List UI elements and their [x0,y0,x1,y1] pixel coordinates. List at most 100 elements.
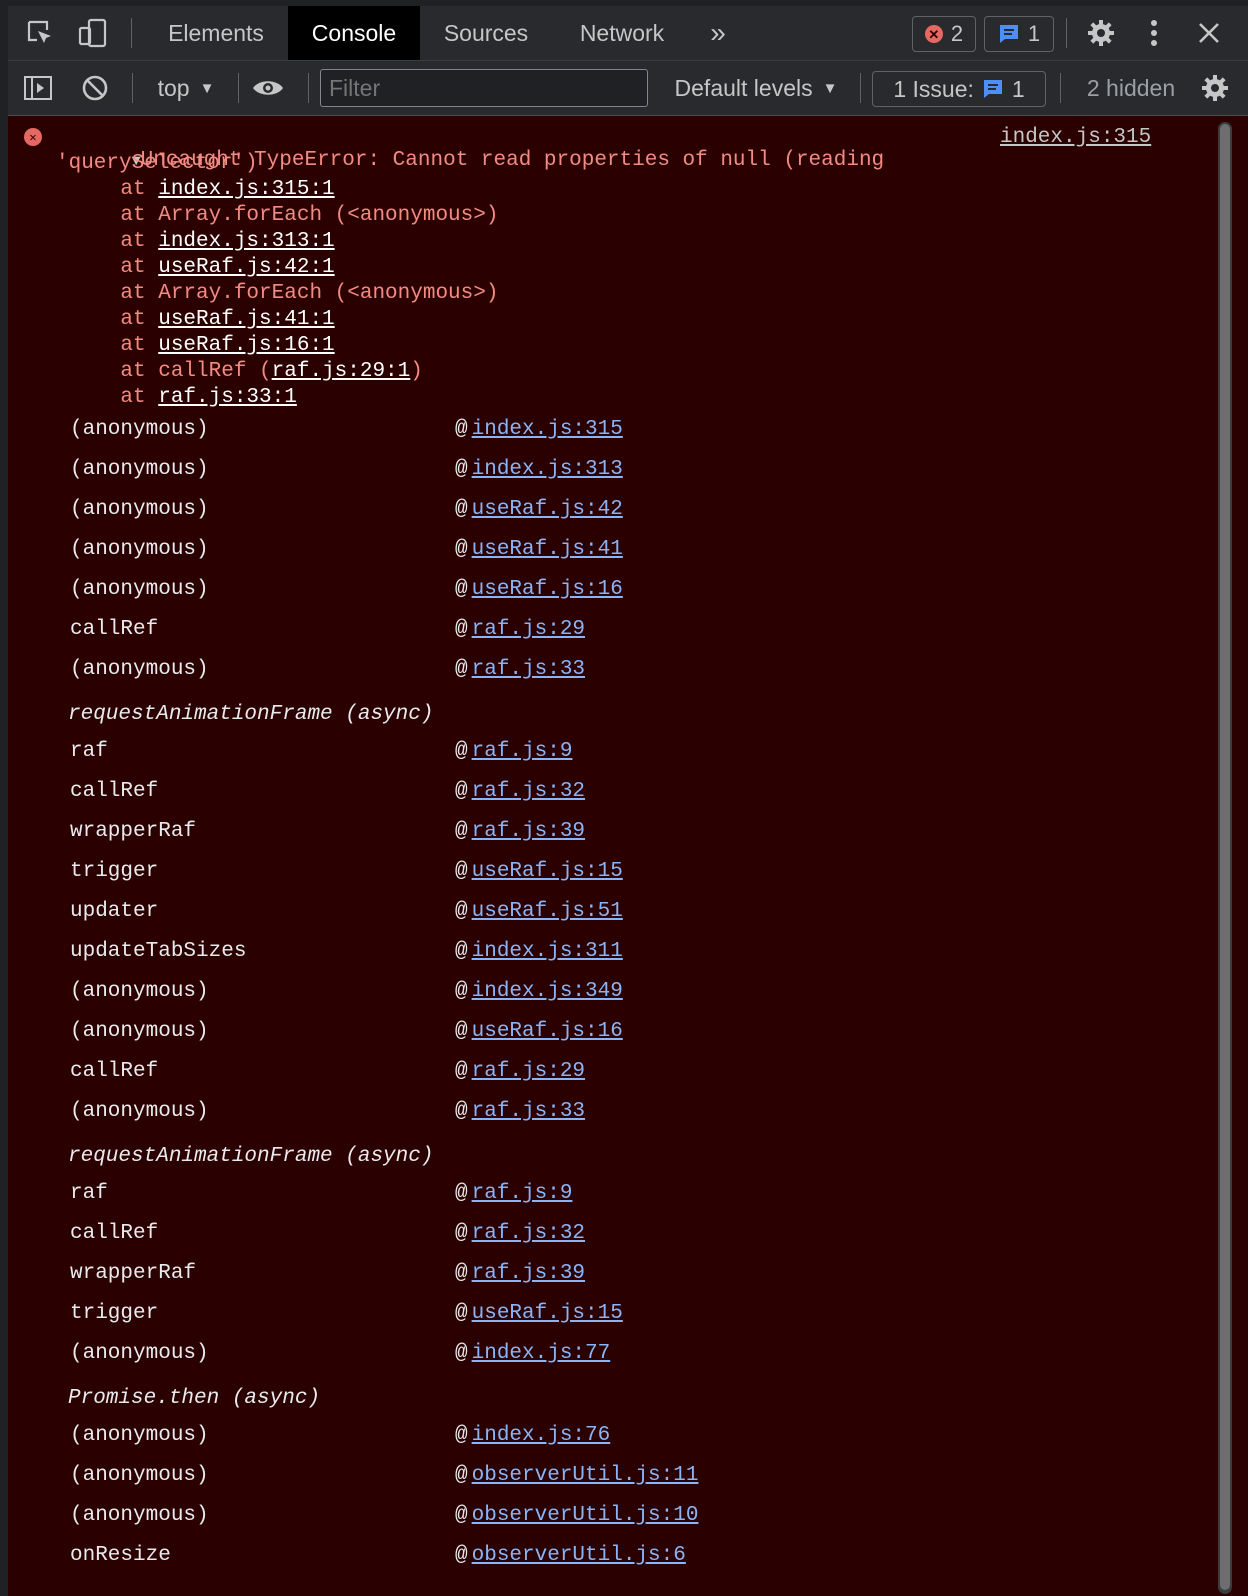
async-boundary-label: requestAnimationFrame (async) [68,1145,434,1168]
toolbar-divider [860,73,861,103]
source-link[interactable]: raf.js:33 [472,1100,585,1123]
stack-line: at useRaf.js:42:1 [70,256,335,279]
source-link[interactable]: index.js:77 [472,1342,611,1365]
source-link[interactable]: index.js:349 [472,980,623,1003]
sidebar-toggle-icon[interactable] [22,73,54,103]
message-icon [999,25,1018,43]
inspect-element-icon[interactable] [24,18,56,48]
source-link[interactable]: useRaf.js:15 [472,860,623,883]
stack-frame-location: @ useRaf.js:41 [455,538,623,561]
devtools-panel: Elements Console Sources Network » ✕ 2 1 [8,6,1248,1596]
source-link[interactable]: observerUtil.js:10 [472,1504,699,1527]
source-link[interactable]: useRaf.js:51 [472,900,623,923]
stack-frame-location: @ useRaf.js:16 [455,578,623,601]
toolbar-divider [1066,18,1067,48]
message-icon [983,80,1002,98]
stack-frame-function: (anonymous) [70,980,209,1003]
error-count-badge[interactable]: ✕ 2 [912,16,976,52]
stack-link[interactable]: raf.js:33:1 [158,386,297,409]
stack-link[interactable]: useRaf.js:42:1 [158,256,334,279]
more-tabs-button[interactable]: » [698,6,738,60]
source-link[interactable]: observerUtil.js:6 [472,1544,686,1567]
stack-frame-function: (anonymous) [70,538,209,561]
issues-button[interactable]: 1 Issue: 1 [872,71,1046,107]
stack-link[interactable]: index.js:315:1 [158,178,334,201]
console-toolbar: top ▼ Default levels ▼ 1 Issue: 1 2 hidd… [8,61,1248,116]
tab-network[interactable]: Network [556,6,688,60]
toolbar-divider [132,73,133,103]
stack-frame-location: @ useRaf.js:15 [455,1302,623,1325]
source-link[interactable]: raf.js:29 [472,1060,585,1083]
stack-frame-location: @ useRaf.js:51 [455,900,623,923]
stack-frame-location: @ raf.js:32 [455,780,586,803]
error-message-line2: 'querySelector') [56,152,258,175]
stack-frame-location: @ useRaf.js:16 [455,1020,623,1043]
source-link[interactable]: raf.js:39 [472,820,585,843]
dropdown-arrow-icon: ▼ [199,79,215,97]
source-link[interactable]: raf.js:32 [472,1222,585,1245]
source-link[interactable]: raf.js:32 [472,780,585,803]
devtools-tabbar: Elements Console Sources Network » ✕ 2 1 [8,6,1248,61]
stack-frame-function: callRef [70,618,159,641]
stack-frame-location: @ observerUtil.js:10 [455,1504,699,1527]
source-link[interactable]: index.js:315 [472,418,623,441]
clear-console-icon[interactable] [80,73,110,103]
message-count-badge[interactable]: 1 [984,16,1054,52]
stack-link[interactable]: useRaf.js:16:1 [158,334,334,357]
stack-frame-location: @ index.js:315 [455,418,623,441]
stack-frame-location: @ index.js:311 [455,940,623,963]
stack-frame-function: (anonymous) [70,1342,209,1365]
toolbar-divider [131,18,132,48]
source-link[interactable]: raf.js:9 [472,1182,573,1205]
scrollbar-thumb[interactable] [1220,124,1230,1590]
stack-frame-function: (anonymous) [70,1020,209,1043]
stack-line: at Array.forEach (<anonymous>) [70,204,499,227]
settings-gear-icon[interactable] [1084,16,1118,50]
stack-link[interactable]: index.js:313:1 [158,230,334,253]
source-link[interactable]: index.js:313 [472,458,623,481]
tab-console[interactable]: Console [288,6,420,60]
source-link[interactable]: raf.js:29 [472,618,585,641]
tab-sources[interactable]: Sources [426,6,546,60]
stack-frame-location: @ useRaf.js:15 [455,860,623,883]
stack-link[interactable]: useRaf.js:41:1 [158,308,334,331]
source-link[interactable]: useRaf.js:16 [472,1020,623,1043]
dropdown-arrow-icon: ▼ [822,79,838,97]
stack-frame-location: @ observerUtil.js:6 [455,1544,686,1567]
console-settings-gear-icon[interactable] [1198,71,1232,105]
stack-frame-location: @ index.js:77 [455,1342,611,1365]
source-link[interactable]: useRaf.js:41 [472,538,623,561]
stack-frame-function: onResize [70,1544,171,1567]
context-selector[interactable]: top ▼ [146,71,226,105]
stack-frame-location: @ index.js:76 [455,1424,611,1447]
source-link[interactable]: raf.js:9 [472,740,573,763]
source-link[interactable]: index.js:311 [472,940,623,963]
device-toolbar-icon[interactable] [76,16,110,50]
async-boundary-label: requestAnimationFrame (async) [68,703,434,726]
source-link[interactable]: raf.js:39 [472,1262,585,1285]
stack-link[interactable]: raf.js:29:1 [272,360,411,383]
more-options-icon[interactable] [1142,16,1166,50]
live-expression-eye-icon[interactable] [250,73,286,103]
stack-frame-location: @ raf.js:33 [455,1100,586,1123]
close-icon[interactable] [1194,18,1224,48]
stack-frame-function: (anonymous) [70,1504,209,1527]
source-link[interactable]: observerUtil.js:11 [472,1464,699,1487]
filter-input[interactable] [320,69,648,107]
tab-elements[interactable]: Elements [148,6,284,60]
source-link[interactable]: index.js:76 [472,1424,611,1447]
log-levels-dropdown[interactable]: Default levels ▼ [664,71,848,105]
source-link[interactable]: raf.js:33 [472,658,585,681]
error-source-link[interactable]: index.js:315 [1000,126,1151,149]
hidden-count: 2 hidden [1086,74,1176,101]
source-link[interactable]: useRaf.js:15 [472,1302,623,1325]
stack-line: at useRaf.js:16:1 [70,334,335,357]
stack-frame-function: (anonymous) [70,578,209,601]
stack-frame-location: @ observerUtil.js:11 [455,1464,699,1487]
source-link[interactable]: useRaf.js:42 [472,498,623,521]
error-icon: ✕ [924,25,943,43]
source-link[interactable]: useRaf.js:16 [472,578,623,601]
async-boundary-label: Promise.then (async) [68,1387,321,1410]
console-output: ✕ ▼Uncaught TypeError: Cannot read prope… [8,116,1248,1596]
stack-frame-function: raf [70,1182,108,1205]
